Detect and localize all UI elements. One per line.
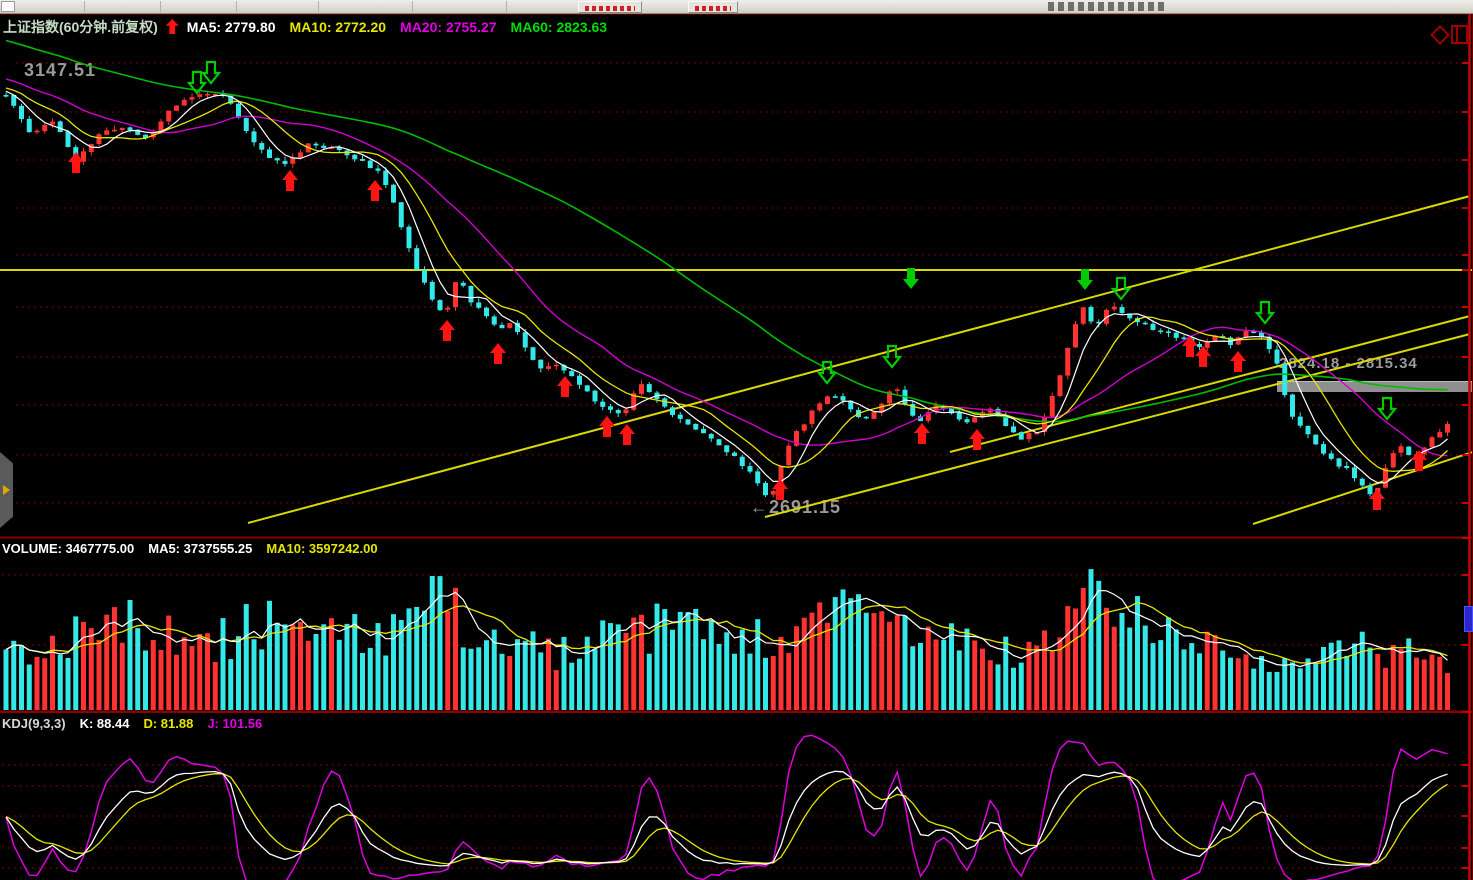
scroll-badge[interactable] <box>1464 606 1473 632</box>
toolbar-red-button-2[interactable] <box>688 1 738 13</box>
volume-ma-layer <box>6 591 1448 667</box>
pane-divider <box>0 537 1473 539</box>
volume-bars-layer <box>4 569 1451 710</box>
volume-ma5-value: MA5: 3737555.25 <box>148 541 252 556</box>
ma60-value: MA60: 2823.63 <box>511 19 608 35</box>
ma5-value: MA5: 2779.80 <box>187 19 276 35</box>
kdj-lines-layer <box>6 735 1448 880</box>
trading-terminal: { "main_header": { "title": "上证指数(60分钟.前… <box>0 0 1473 880</box>
ma10-value: MA10: 2772.20 <box>290 19 387 35</box>
top-menu-strip <box>0 0 1473 14</box>
toolbar-separator <box>318 1 319 12</box>
axis-ticks <box>1462 63 1469 868</box>
kdj-d-value: D: 81.88 <box>143 716 193 731</box>
volume-pane-header: VOLUME: 3467775.00 MA5: 3737555.25 MA10: 3… <box>2 541 392 556</box>
app-window-icon[interactable] <box>1 1 15 12</box>
trend-lines <box>0 196 1473 524</box>
split-pane-icon[interactable] <box>1451 25 1468 44</box>
ma20-value: MA20: 2755.27 <box>400 19 497 35</box>
chart-canvas <box>0 0 1473 880</box>
toolbar-separator <box>236 1 237 12</box>
sidebar-expand-handle[interactable] <box>0 452 13 528</box>
pane-divider <box>0 711 1473 714</box>
ma-lines-layer <box>6 41 1448 483</box>
volume-value: VOLUME: 3467775.00 <box>2 541 134 556</box>
chart-title: 上证指数(60分钟.前复权) <box>3 19 158 35</box>
up-arrow-icon <box>166 19 179 34</box>
period-low-label: ←2691.15 <box>750 497 841 518</box>
toolbar-clipped-text <box>1048 2 1166 11</box>
main-chart-header: 上证指数(60分钟.前复权) MA5: 2779.80 MA10: 2772.20 M… <box>3 17 621 37</box>
candles-layer <box>4 90 1451 497</box>
gap-range-label: 2824.18 - 2815.34 <box>1279 355 1418 372</box>
split-pane-icon-divider <box>1456 27 1458 42</box>
period-high-label: 3147.51 <box>24 60 96 81</box>
toolbar-red-button-1[interactable] <box>578 1 642 13</box>
toolbar-separator <box>160 1 161 12</box>
expand-arrow-icon <box>3 485 10 495</box>
signal-arrows-layer <box>68 62 1427 510</box>
kdj-k-value: K: 88.44 <box>80 716 130 731</box>
kdj-pane-header: KDJ(9,3,3) K: 88.44 D: 81.88 J: 101.56 <box>2 716 276 731</box>
toolbar-separator <box>84 1 85 12</box>
diamond-tool-icon[interactable] <box>1430 25 1450 45</box>
gap-zone-bar <box>1277 381 1473 392</box>
volume-ma10-value: MA10: 3597242.00 <box>266 541 377 556</box>
toolbar-separator <box>506 1 507 12</box>
gridlines <box>2 63 1466 868</box>
toolbar-separator <box>412 1 413 12</box>
kdj-name: KDJ(9,3,3) <box>2 716 66 731</box>
kdj-j-value: J: 101.56 <box>207 716 262 731</box>
